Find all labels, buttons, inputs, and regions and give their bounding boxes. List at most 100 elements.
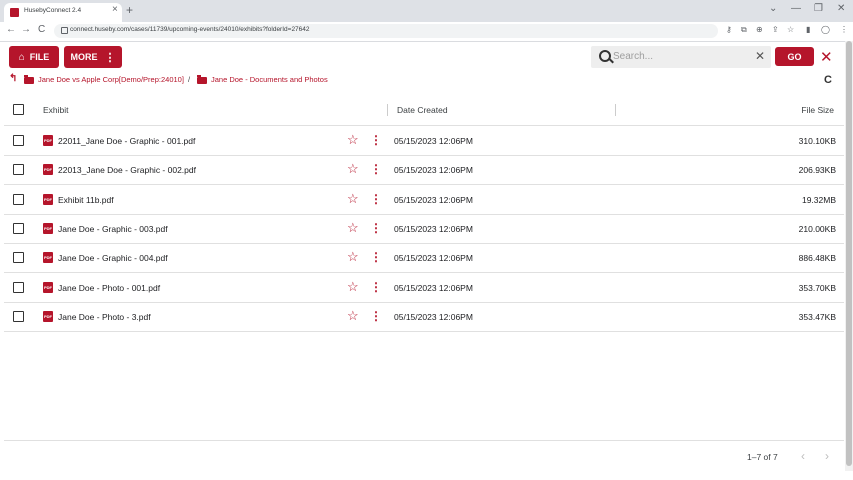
up-arrow-icon[interactable]: ↰: [9, 73, 17, 84]
table-row[interactable]: PDF 22013_Jane Doe - Graphic - 002.pdf ☆ ⋮ 0…: [4, 155, 844, 186]
share-icon[interactable]: ⇪: [772, 25, 779, 34]
search-input[interactable]: Search... ✕: [591, 46, 771, 68]
file-size: 353.70KB: [798, 282, 836, 293]
column-divider[interactable]: [387, 104, 388, 116]
table-row[interactable]: PDF 22011_Jane Doe - Graphic - 001.pdf ☆ ⋮ 0…: [4, 126, 844, 156]
date-created: 05/15/2023 12:06PM: [394, 165, 473, 176]
folder-icon: [197, 75, 207, 84]
column-divider[interactable]: [615, 104, 616, 116]
star-icon[interactable]: ☆: [347, 308, 359, 324]
scrollbar-thumb[interactable]: [846, 41, 852, 466]
row-checkbox[interactable]: [13, 281, 24, 293]
next-page-icon[interactable]: ›: [825, 449, 829, 463]
side-panel-icon[interactable]: ▮: [806, 25, 810, 34]
pdf-icon: PDF: [43, 310, 53, 322]
pdf-icon: PDF: [43, 135, 53, 146]
kebab-icon: ⋮: [104, 51, 116, 64]
row-checkbox[interactable]: [13, 252, 24, 264]
row-menu-icon[interactable]: ⋮: [370, 192, 382, 206]
file-name[interactable]: Exhibit 11b.pdf: [58, 195, 114, 205]
scrollbar[interactable]: [845, 41, 853, 471]
pdf-icon: PDF: [43, 222, 53, 234]
row-menu-icon[interactable]: ⋮: [370, 280, 382, 294]
file-size: 886.48KB: [798, 253, 836, 264]
row-menu-icon[interactable]: ⋮: [370, 221, 382, 235]
row-checkbox[interactable]: [13, 310, 24, 322]
date-created: 05/15/2023 12:06PM: [394, 311, 473, 322]
url-text: connect.huseby.com/cases/11739/upcoming-…: [70, 26, 310, 33]
breadcrumb-folder[interactable]: Jane Doe - Documents and Photos: [211, 75, 328, 84]
refresh-icon[interactable]: C: [824, 74, 832, 86]
star-icon[interactable]: ☆: [347, 249, 359, 265]
file-button[interactable]: ⌂ FILE: [9, 46, 59, 68]
browser-toolbar: ← → C connect.huseby.com/cases/11739/upc…: [0, 22, 853, 42]
star-icon[interactable]: ☆: [347, 132, 359, 148]
forward-icon[interactable]: →: [21, 24, 31, 35]
file-name[interactable]: 22011_Jane Doe - Graphic - 001.pdf: [58, 136, 195, 146]
reload-icon[interactable]: C: [38, 24, 45, 35]
file-size: 206.93KB: [798, 165, 836, 176]
header-file-size[interactable]: File Size: [801, 105, 834, 115]
table-row[interactable]: PDF Jane Doe - Graphic - 003.pdf ☆ ⋮ 05/15/2…: [4, 214, 844, 244]
file-button-label: FILE: [29, 52, 50, 62]
date-created: 05/15/2023 12:06PM: [394, 253, 473, 264]
lock-icon: [61, 27, 68, 34]
minimize-icon[interactable]: —: [791, 3, 801, 14]
table-header: Exhibit Date Created File Size: [4, 95, 844, 126]
breadcrumb-case[interactable]: Jane Doe vs Apple Corp[Demo/Prep:24010]: [38, 75, 184, 84]
table-row[interactable]: PDF Jane Doe - Photo - 001.pdf ☆ ⋮ 05/15/202…: [4, 273, 844, 303]
close-icon[interactable]: ✕: [820, 48, 833, 66]
row-checkbox[interactable]: [13, 135, 24, 146]
star-icon[interactable]: ☆: [347, 161, 359, 177]
more-button[interactable]: MORE ⋮: [64, 46, 122, 68]
pdf-icon: PDF: [43, 281, 53, 293]
back-icon[interactable]: ←: [6, 24, 16, 35]
tab-title: HusebyConnect 2.4: [24, 7, 82, 14]
search-icon: [599, 50, 611, 62]
tab-search-icon[interactable]: ⌄: [769, 3, 777, 14]
breadcrumb-separator: /: [188, 75, 191, 84]
file-name[interactable]: Jane Doe - Graphic - 004.pdf: [58, 253, 168, 263]
select-all-checkbox[interactable]: [13, 104, 24, 115]
row-checkbox[interactable]: [13, 164, 24, 176]
zoom-icon[interactable]: ⊕: [756, 25, 763, 34]
header-exhibit[interactable]: Exhibit: [43, 105, 69, 115]
row-menu-icon[interactable]: ⋮: [370, 133, 382, 147]
pdf-icon: PDF: [43, 252, 53, 264]
table-row[interactable]: PDF Exhibit 11b.pdf ☆ ⋮ 05/15/2023 12:06PM 19…: [4, 185, 844, 215]
row-menu-icon[interactable]: ⋮: [370, 250, 382, 264]
browser-tab[interactable]: HusebyConnect 2.4 ×: [4, 3, 122, 22]
star-icon[interactable]: ☆: [347, 191, 359, 207]
file-name[interactable]: Jane Doe - Photo - 001.pdf: [58, 283, 160, 293]
star-icon[interactable]: ☆: [347, 220, 359, 236]
file-name[interactable]: Jane Doe - Graphic - 003.pdf: [58, 224, 168, 234]
prev-page-icon[interactable]: ‹: [801, 449, 805, 463]
install-icon[interactable]: ⧉: [741, 25, 747, 35]
date-created: 05/15/2023 12:06PM: [394, 136, 473, 146]
favicon-icon: [10, 8, 19, 17]
go-button[interactable]: GO: [775, 47, 814, 66]
window-close-icon[interactable]: ✕: [837, 3, 845, 14]
bookmark-star-icon[interactable]: ☆: [787, 25, 794, 34]
profile-icon[interactable]: ◯: [821, 25, 830, 34]
row-checkbox[interactable]: [13, 222, 24, 234]
file-name[interactable]: Jane Doe - Photo - 3.pdf: [58, 312, 151, 322]
row-menu-icon[interactable]: ⋮: [370, 309, 382, 323]
table-footer: 1–7 of 7 ‹ ›: [4, 440, 844, 473]
address-bar[interactable]: connect.huseby.com/cases/11739/upcoming-…: [54, 24, 718, 38]
table-row[interactable]: PDF Jane Doe - Graphic - 004.pdf ☆ ⋮ 05/15/2…: [4, 243, 844, 274]
maximize-icon[interactable]: ❐: [814, 3, 823, 14]
row-menu-icon[interactable]: ⋮: [370, 162, 382, 176]
header-date-created[interactable]: Date Created: [397, 105, 448, 115]
date-created: 05/15/2023 12:06PM: [394, 194, 473, 205]
tab-close-icon[interactable]: ×: [112, 4, 118, 15]
new-tab-icon[interactable]: +: [126, 3, 133, 17]
star-icon[interactable]: ☆: [347, 279, 359, 295]
row-checkbox[interactable]: [13, 193, 24, 205]
search-clear-icon[interactable]: ✕: [755, 49, 765, 63]
key-icon[interactable]: ⚷: [726, 25, 732, 34]
pagination-label: 1–7 of 7: [747, 452, 778, 462]
browser-menu-icon[interactable]: ⋮: [840, 25, 848, 34]
file-name[interactable]: 22013_Jane Doe - Graphic - 002.pdf: [58, 165, 196, 175]
table-row[interactable]: PDF Jane Doe - Photo - 3.pdf ☆ ⋮ 05/15/2023 …: [4, 302, 844, 332]
